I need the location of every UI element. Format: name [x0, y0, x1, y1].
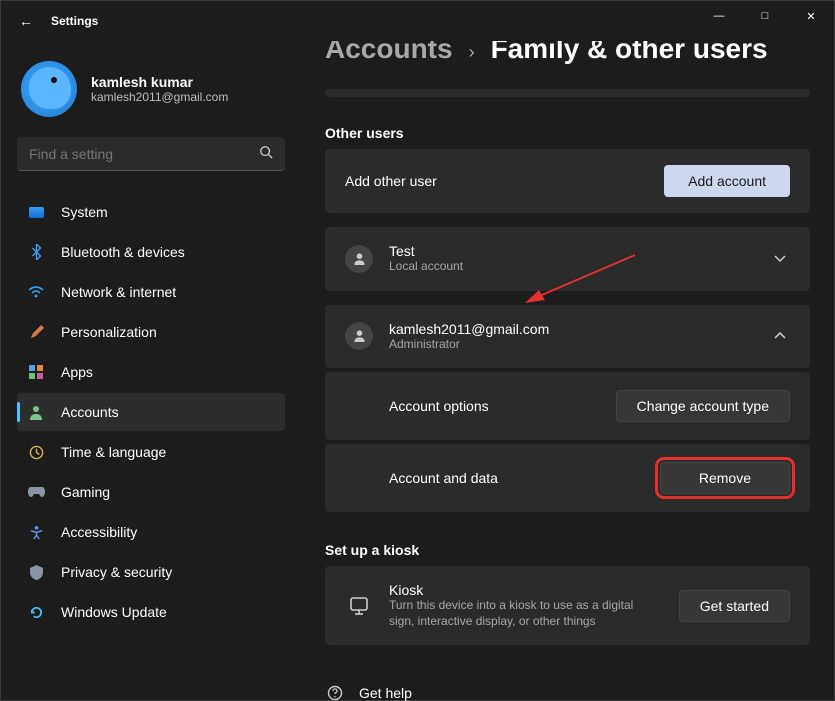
get-started-button[interactable]: Get started	[679, 590, 790, 622]
top-divider	[325, 89, 810, 97]
user-name: Test	[389, 243, 770, 259]
sidebar-item-label: Accounts	[61, 404, 119, 420]
accessibility-icon	[27, 523, 45, 541]
kiosk-icon	[345, 592, 373, 620]
profile-name: kamlesh kumar	[91, 74, 228, 91]
titlebar: ← Settings — □ ✕	[1, 1, 834, 41]
account-options-label: Account options	[389, 398, 616, 414]
help-icon	[327, 685, 359, 701]
sidebar-item-label: Accessibility	[61, 524, 137, 540]
gamepad-icon	[27, 483, 45, 501]
page-title: Family & other users	[491, 41, 768, 65]
add-user-row: Add other user Add account	[325, 149, 810, 213]
content-area: Accounts › Family & other users Other us…	[301, 41, 834, 701]
system-icon	[27, 203, 45, 221]
person-icon	[345, 322, 373, 350]
add-user-label: Add other user	[345, 173, 664, 189]
user-role: Administrator	[389, 337, 649, 353]
kiosk-title: Kiosk	[389, 582, 679, 598]
update-icon	[27, 603, 45, 621]
profile-email: kamlesh2011@gmail.com	[91, 90, 228, 104]
sidebar-item-label: Time & language	[61, 444, 166, 460]
apps-icon	[27, 363, 45, 381]
sidebar-item-gaming[interactable]: Gaming	[17, 473, 285, 511]
sidebar-item-network[interactable]: Network & internet	[17, 273, 285, 311]
search-input[interactable]	[29, 146, 259, 162]
section-other-users: Other users	[325, 125, 810, 141]
sidebar-item-apps[interactable]: Apps	[17, 353, 285, 391]
person-icon	[345, 245, 373, 273]
window-title: Settings	[51, 14, 98, 28]
clock-icon	[27, 443, 45, 461]
search-box[interactable]	[17, 137, 285, 171]
bluetooth-icon	[27, 243, 45, 261]
window-controls: — □ ✕	[696, 1, 834, 31]
sidebar-item-bluetooth[interactable]: Bluetooth & devices	[17, 233, 285, 271]
nav-list: System Bluetooth & devices Network & int…	[17, 193, 285, 631]
account-data-row: Account and data Remove	[325, 444, 810, 512]
user-row-kamlesh[interactable]: kamlesh2011@gmail.com Administrator	[325, 305, 810, 369]
maximize-button[interactable]: □	[742, 1, 788, 31]
sidebar-item-time[interactable]: Time & language	[17, 433, 285, 471]
sidebar-item-label: Personalization	[61, 324, 157, 340]
sidebar-item-label: Bluetooth & devices	[61, 244, 185, 260]
sidebar-item-accessibility[interactable]: Accessibility	[17, 513, 285, 551]
sidebar-item-label: Privacy & security	[61, 564, 172, 580]
breadcrumb: Accounts › Family & other users	[325, 41, 810, 65]
sidebar-item-accounts[interactable]: Accounts	[17, 393, 285, 431]
get-help-label: Get help	[359, 685, 412, 701]
person-icon	[27, 403, 45, 421]
sidebar: kamlesh kumar kamlesh2011@gmail.com Syst…	[1, 41, 301, 633]
sidebar-item-update[interactable]: Windows Update	[17, 593, 285, 631]
get-help-link[interactable]: Get help	[325, 675, 810, 701]
avatar	[21, 61, 77, 117]
change-account-type-button[interactable]: Change account type	[616, 390, 790, 422]
sidebar-item-label: Windows Update	[61, 604, 167, 620]
account-options-row: Account options Change account type	[325, 372, 810, 440]
kiosk-desc: Turn this device into a kiosk to use as …	[389, 598, 649, 629]
sidebar-item-system[interactable]: System	[17, 193, 285, 231]
wifi-icon	[27, 283, 45, 301]
profile-block[interactable]: kamlesh kumar kamlesh2011@gmail.com	[21, 61, 285, 117]
brush-icon	[27, 323, 45, 341]
minimize-button[interactable]: —	[696, 1, 742, 31]
sidebar-item-label: System	[61, 204, 108, 220]
user-name: kamlesh2011@gmail.com	[389, 321, 770, 337]
account-data-label: Account and data	[389, 470, 660, 486]
chevron-up-icon	[770, 329, 790, 343]
add-account-button[interactable]: Add account	[664, 165, 790, 197]
chevron-right-icon: ›	[469, 42, 475, 63]
search-icon	[259, 145, 273, 162]
sidebar-item-label: Gaming	[61, 484, 110, 500]
sidebar-item-label: Apps	[61, 364, 93, 380]
section-kiosk: Set up a kiosk	[325, 542, 810, 558]
user-row-test[interactable]: Test Local account	[325, 227, 810, 291]
user-role: Local account	[389, 259, 649, 275]
sidebar-item-personalization[interactable]: Personalization	[17, 313, 285, 351]
sidebar-item-privacy[interactable]: Privacy & security	[17, 553, 285, 591]
chevron-down-icon	[770, 252, 790, 266]
back-icon[interactable]: ←	[19, 13, 33, 29]
remove-button[interactable]: Remove	[660, 462, 790, 494]
shield-icon	[27, 563, 45, 581]
sidebar-item-label: Network & internet	[61, 284, 176, 300]
breadcrumb-parent[interactable]: Accounts	[325, 41, 453, 65]
close-button[interactable]: ✕	[788, 1, 834, 31]
kiosk-row: Kiosk Turn this device into a kiosk to u…	[325, 566, 810, 645]
